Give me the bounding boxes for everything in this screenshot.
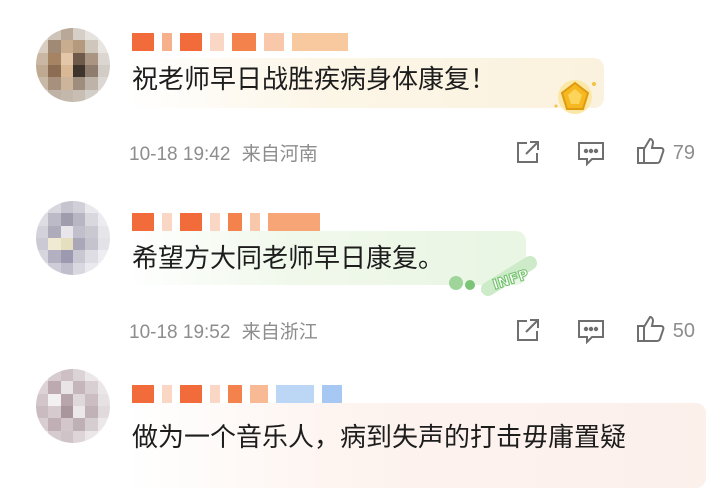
comment-icon xyxy=(576,317,606,345)
comment-location: 来自河南 xyxy=(241,144,318,165)
thumbs-up-icon xyxy=(635,136,667,170)
comment-button[interactable] xyxy=(571,139,611,167)
share-button[interactable] xyxy=(507,317,547,345)
comment-time: 10-18 19:52 xyxy=(129,322,231,343)
like-button[interactable]: 50 xyxy=(635,314,695,348)
username-redacted[interactable] xyxy=(132,384,342,404)
comment-text: 希望方大同老师早日康复。 xyxy=(132,244,445,274)
share-button[interactable] xyxy=(507,139,547,167)
comment-actions: 79 xyxy=(507,136,695,170)
username-redacted[interactable] xyxy=(132,32,348,52)
avatar[interactable] xyxy=(36,201,110,275)
thumbs-up-icon xyxy=(635,314,667,348)
like-count: 79 xyxy=(672,141,695,164)
like-count: 50 xyxy=(672,319,695,342)
share-icon xyxy=(513,317,541,345)
comment-location: 来自浙江 xyxy=(241,322,318,343)
infp-badge-icon: INFP xyxy=(438,255,542,301)
comment-text: 祝老师早日战胜疾病身体康复！ xyxy=(132,65,497,95)
avatar[interactable] xyxy=(36,28,110,102)
avatar[interactable] xyxy=(36,369,110,443)
comment-actions: 50 xyxy=(507,314,695,348)
comment-item: 做为一个音乐人，病到失声的打击毋庸置疑 xyxy=(0,355,719,488)
comment-icon xyxy=(576,139,606,167)
comment-meta: 10-18 19:42 来自河南 xyxy=(129,139,318,166)
comment-meta: 10-18 19:52 来自浙江 xyxy=(129,317,318,344)
comment-item: 希望方大同老师早日康复。 INFP 10-18 19:52 来自浙江 50 xyxy=(0,185,719,355)
comment-button[interactable] xyxy=(571,317,611,345)
comment-time: 10-18 19:42 xyxy=(129,144,231,165)
like-button[interactable]: 79 xyxy=(635,136,695,170)
comment-text: 做为一个音乐人，病到失声的打击毋庸置疑 xyxy=(132,423,627,453)
share-icon xyxy=(513,139,541,167)
username-redacted[interactable] xyxy=(132,212,320,232)
gold-medal-icon xyxy=(550,76,600,122)
infp-badge-label: INFP xyxy=(491,267,531,294)
comment-item: 祝老师早日战胜疾病身体康复！ 10-18 19:42 来自河南 79 xyxy=(0,0,719,185)
